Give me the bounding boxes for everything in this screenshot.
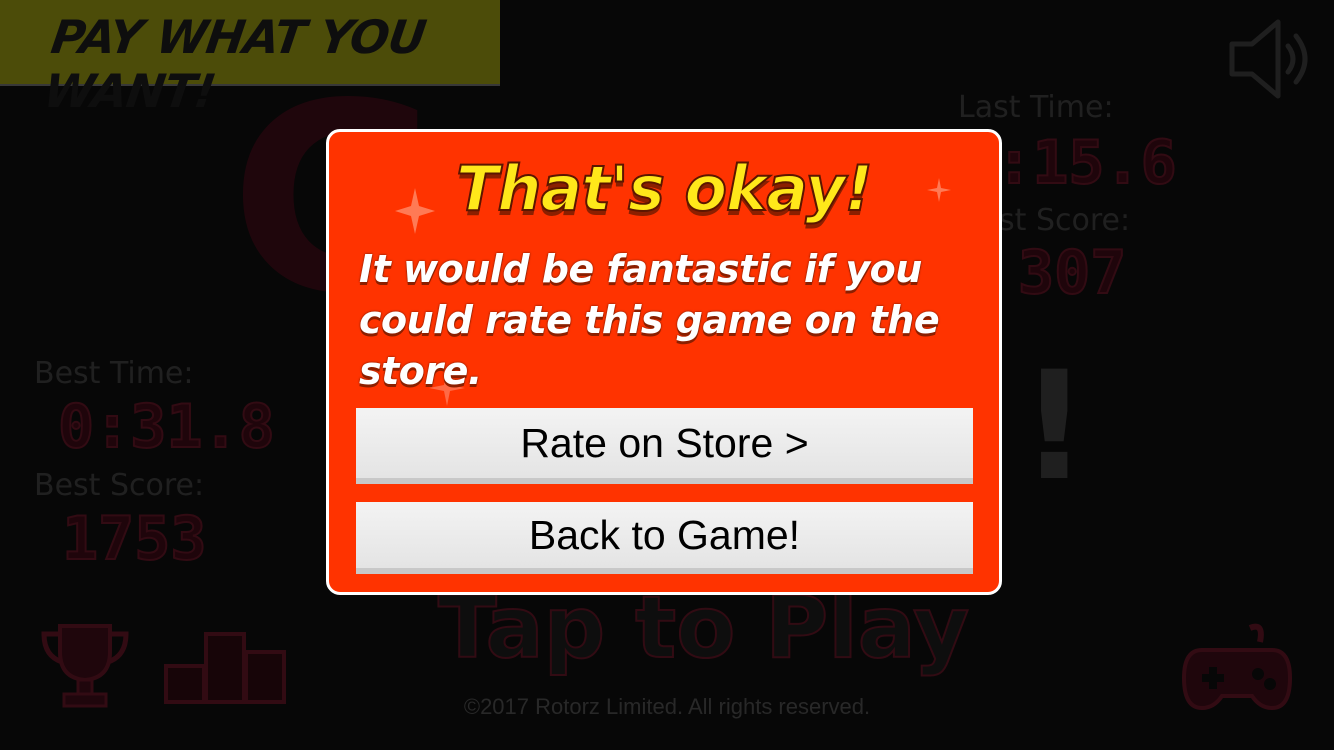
rate-dialog: That's okay! It would be fantastic if yo… [326,129,1002,595]
rate-on-store-button[interactable]: Rate on Store > [356,408,973,484]
dialog-message: It would be fantastic if you could rate … [359,244,979,397]
dialog-message-line: could rate this game on the [359,298,940,342]
dialog-message-line: It would be fantastic if you [359,247,922,291]
dialog-title: That's okay! [455,151,874,226]
back-to-game-button[interactable]: Back to Game! [356,502,973,574]
dialog-message-line: store. [359,349,482,393]
